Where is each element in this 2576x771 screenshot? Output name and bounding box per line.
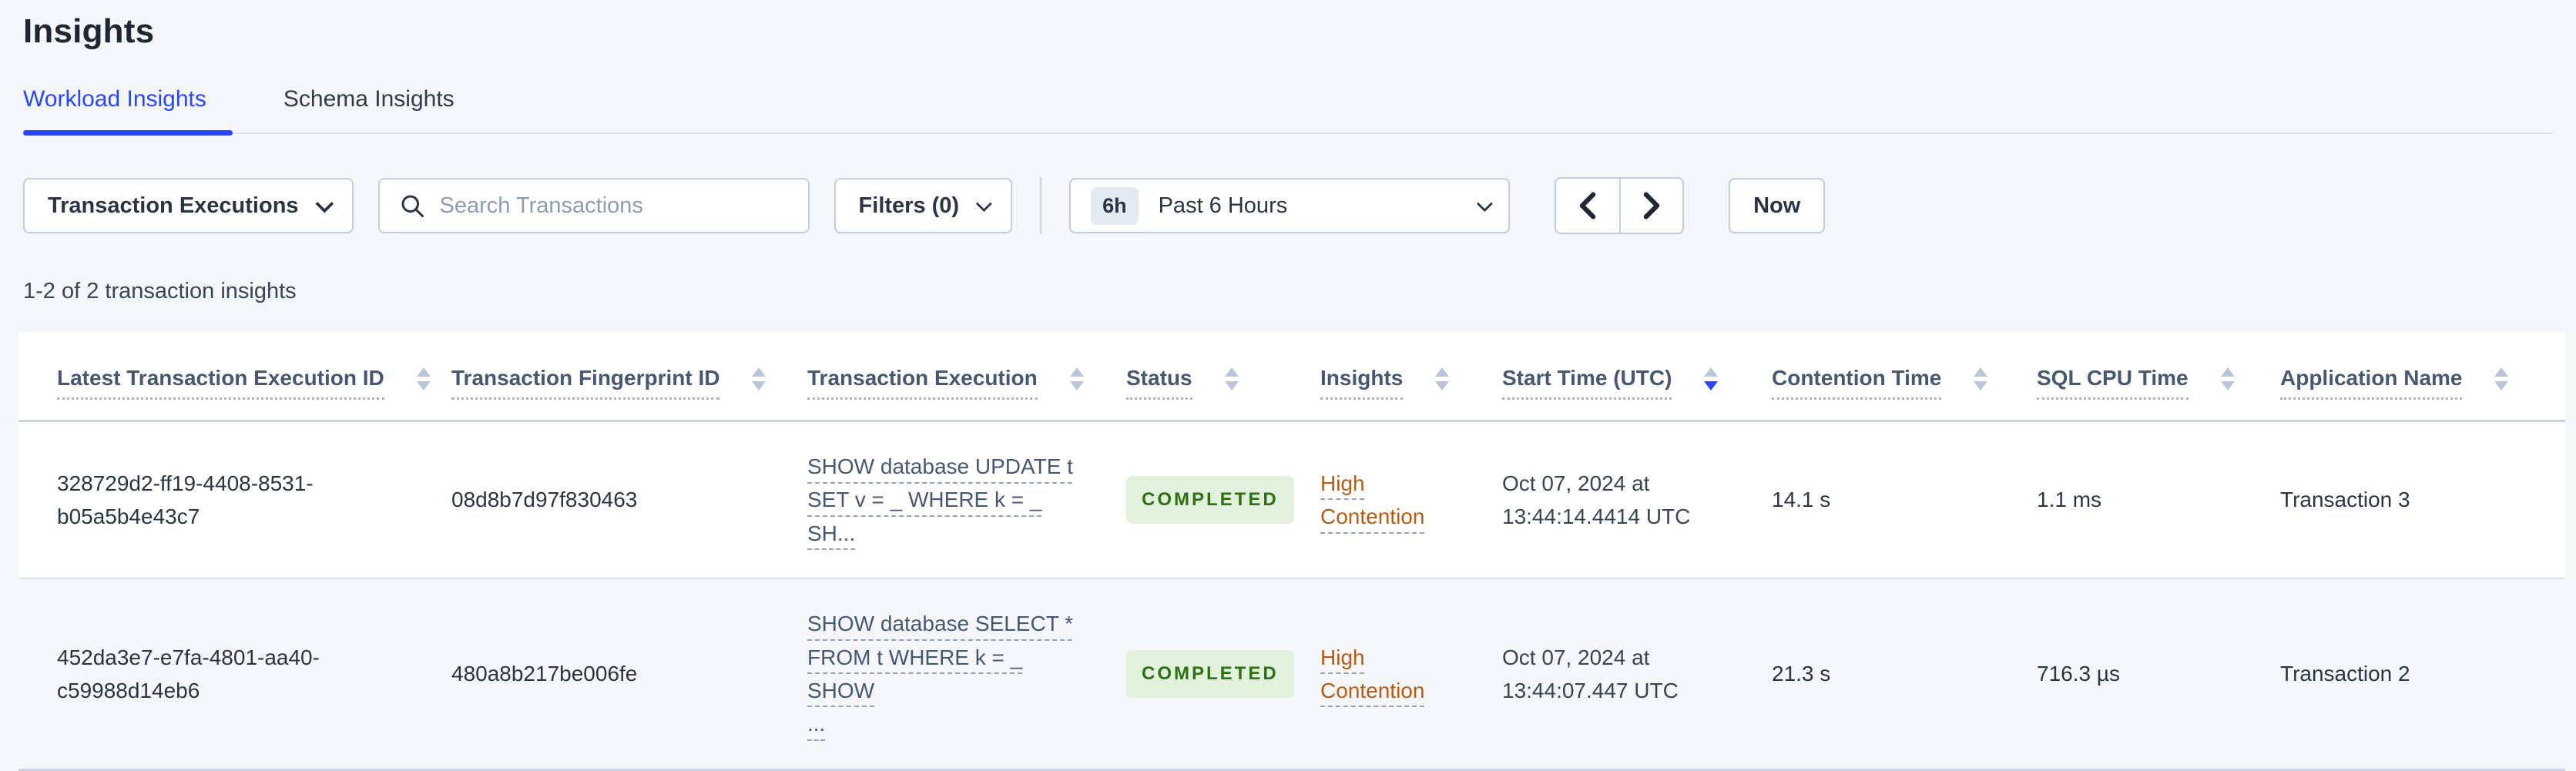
table-row: 328729d2-ff19-4408-8531- b05a5b4e43c7 08… [18,421,2565,579]
search-input[interactable] [439,193,790,219]
sort-arrows-icon [1974,367,1988,391]
column-header-application-name[interactable]: Application Name [2262,332,2565,422]
time-range-picker[interactable]: 6h Past 6 Hours [1069,178,1511,233]
sort-arrows-icon [2220,367,2235,391]
chevron-left-icon [1579,192,1596,220]
insight-link-high-contention[interactable]: High Contention [1320,645,1424,702]
column-header-transaction-fingerprint-id[interactable]: Transaction Fingerprint ID [433,332,789,422]
filters-dropdown-label: Filters (0) [858,193,960,218]
status-badge: COMPLETED [1126,650,1294,698]
now-button[interactable]: Now [1729,178,1826,233]
cell-sql-cpu-time: 716.3 µs [2037,662,2120,686]
cell-execution-id: 328729d2-ff19-4408-8531- b05a5b4e43c7 [57,471,314,529]
time-next-button[interactable] [1619,179,1683,233]
sort-arrows-icon [1069,367,1084,391]
column-header-latest-transaction-execution-id[interactable]: Latest Transaction Execution ID [18,332,433,422]
chevron-down-icon [314,194,334,213]
tab-workload-insights[interactable]: Workload Insights [23,86,233,136]
chevron-down-icon [975,195,993,212]
table-row: 452da3e7-e7fa-4801-aa40- c59988d14eb6 48… [18,578,2565,770]
execution-type-dropdown-label: Transaction Executions [48,193,299,218]
chevron-down-icon [1476,195,1494,212]
cell-fingerprint-id: 08d8b7d97f830463 [451,488,638,512]
chevron-right-icon [1643,192,1660,220]
filters-dropdown[interactable]: Filters (0) [834,178,1013,233]
transaction-execution-link[interactable]: SHOW database SELECT * FROM t WHERE k = … [807,612,1073,736]
column-header-status[interactable]: Status [1108,332,1302,422]
now-button-label: Now [1753,193,1801,218]
sort-arrows-icon [416,367,431,391]
insights-table-container: Latest Transaction Execution ID Transact… [18,332,2565,771]
status-badge: COMPLETED [1126,476,1294,524]
table-header-row: Latest Transaction Execution ID Transact… [18,332,2565,422]
time-range-label: Past 6 Hours [1158,193,1288,218]
cell-contention-time: 14.1 s [1772,488,1831,512]
sort-arrows-icon [752,367,766,391]
time-nav-group [1555,177,1685,234]
magnifier-icon [401,195,424,217]
cell-start-time: Oct 07, 2024 at 13:44:14.4414 UTC [1502,471,1691,529]
insight-link-high-contention[interactable]: High Contention [1320,471,1424,528]
insights-table: Latest Transaction Execution ID Transact… [18,332,2565,771]
sort-arrows-icon-active-desc [1704,367,1719,391]
cell-sql-cpu-time: 1.1 ms [2037,488,2102,512]
toolbar: Transaction Executions Filters (0) 6h Pa… [23,177,2553,234]
column-header-sql-cpu-time[interactable]: SQL CPU Time [2018,332,2262,422]
cell-contention-time: 21.3 s [1772,662,1831,686]
execution-type-dropdown[interactable]: Transaction Executions [23,178,354,233]
sort-arrows-icon [2494,367,2509,391]
insights-page: Insights Workload Insights Schema Insigh… [0,0,2576,771]
page-title: Insights [23,12,155,50]
transaction-execution-link[interactable]: SHOW database UPDATE t SET v = _ WHERE k… [807,454,1073,545]
column-header-transaction-execution[interactable]: Transaction Execution [789,332,1108,422]
column-header-start-time[interactable]: Start Time (UTC) [1484,332,1753,422]
toolbar-divider [1040,177,1042,234]
cell-application-name: Transaction 3 [2280,488,2410,512]
time-prev-button[interactable] [1556,179,1620,233]
cell-application-name: Transaction 2 [2280,662,2410,686]
column-header-contention-time[interactable]: Contention Time [1753,332,2018,422]
sort-arrows-icon [1224,367,1239,391]
cell-fingerprint-id: 480a8b217be006fe [451,662,638,686]
search-box[interactable] [377,178,810,233]
tab-bar: Workload Insights Schema Insights [23,86,2553,136]
sort-arrows-icon [1435,367,1450,391]
cell-start-time: Oct 07, 2024 at 13:44:07.447 UTC [1502,645,1679,702]
results-count: 1-2 of 2 transaction insights [23,279,297,303]
time-range-badge: 6h [1091,186,1139,225]
cell-execution-id: 452da3e7-e7fa-4801-aa40- c59988d14eb6 [57,645,320,702]
column-header-insights[interactable]: Insights [1302,332,1484,422]
tab-schema-insights[interactable]: Schema Insights [283,86,481,132]
